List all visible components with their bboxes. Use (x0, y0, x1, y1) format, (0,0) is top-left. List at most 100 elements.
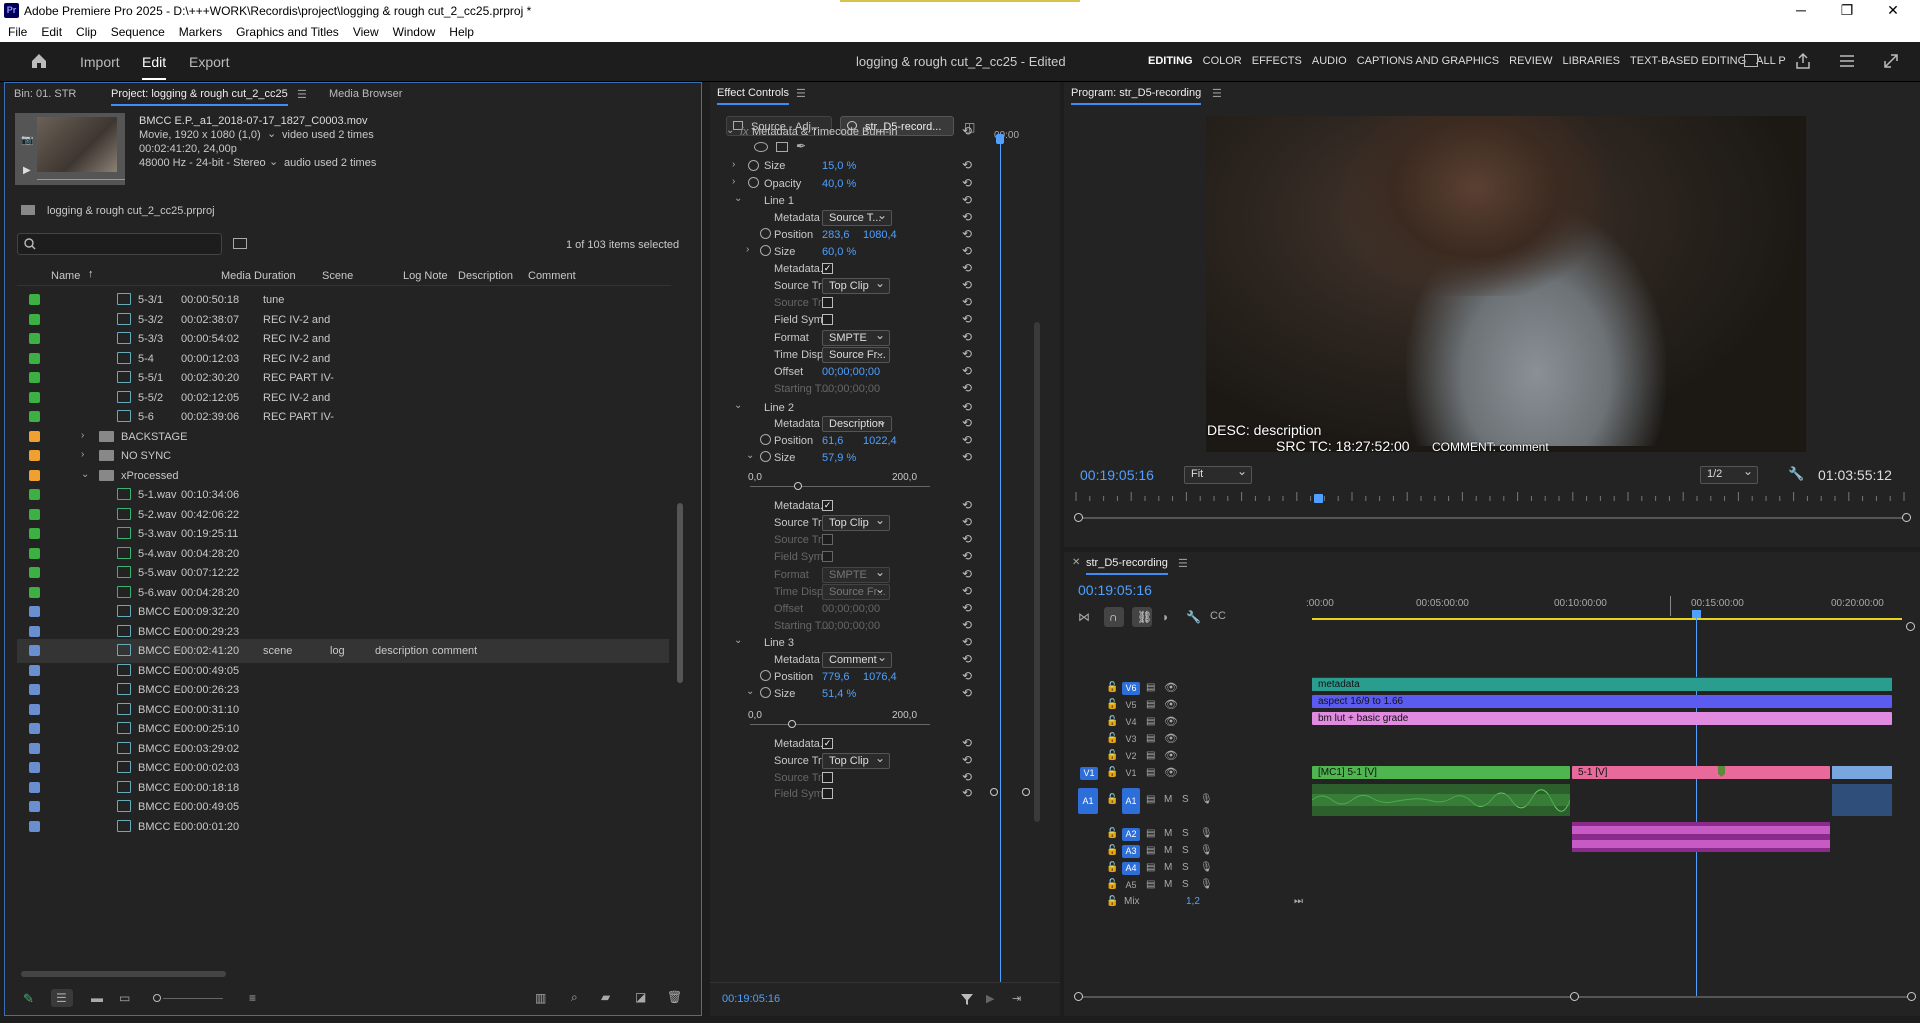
sync-lock-icon[interactable]: ▤ (1146, 828, 1155, 839)
reset-icon[interactable]: ⟲ (962, 635, 972, 649)
line3-pos-x[interactable]: 779,6 (822, 671, 850, 683)
eye-icon[interactable]: 👁 (1164, 766, 1178, 779)
line2-pos-y[interactable]: 1022,4 (863, 435, 897, 447)
reset-icon[interactable]: ⟲ (962, 278, 972, 292)
source-patch-a1[interactable]: A1 (1078, 788, 1098, 814)
export-tab[interactable]: Export (189, 54, 229, 70)
sync-lock-icon[interactable]: ▤ (1146, 682, 1155, 693)
tab-project[interactable]: Project: logging & rough cut_2_cc25 (111, 88, 288, 106)
maximize-icon[interactable] (1882, 52, 1900, 70)
line2-metadata-dropdown[interactable]: Description (822, 414, 892, 432)
chevron-down-icon[interactable]: ⌄ (726, 125, 734, 136)
label-color-swatch[interactable] (29, 489, 40, 500)
workspace-libraries[interactable]: LIBRARIES (1563, 55, 1620, 67)
line3-pos-y[interactable]: 1076,4 (863, 671, 897, 683)
chevron-down-icon[interactable]: ⌄ (734, 400, 742, 411)
label-color-swatch[interactable] (29, 742, 40, 754)
stopwatch-icon[interactable] (760, 451, 771, 462)
reset-icon[interactable]: ⟲ (962, 618, 972, 632)
sync-lock-icon[interactable]: ▤ (1146, 794, 1155, 805)
reset-icon[interactable]: ⟲ (962, 532, 972, 546)
zoom-slider[interactable] (163, 998, 223, 999)
folder-expand-icon[interactable]: › (81, 449, 84, 460)
menu-file[interactable]: File (8, 25, 27, 39)
menu-sequence[interactable]: Sequence (111, 25, 165, 39)
label-color-swatch[interactable] (29, 723, 40, 734)
label-color-swatch[interactable] (29, 781, 40, 793)
label-color-swatch[interactable] (29, 430, 40, 442)
microphone-icon[interactable]: 🎙 (1200, 862, 1213, 873)
size-value[interactable]: 15,0 % (822, 160, 856, 172)
track-label-a4[interactable]: A4 (1122, 862, 1140, 875)
track-label-a5[interactable]: A5 (1122, 879, 1140, 892)
label-color-swatch[interactable] (29, 294, 40, 305)
new-search-bin-icon[interactable] (233, 238, 247, 249)
search-field[interactable] (17, 233, 222, 255)
label-color-swatch[interactable] (29, 313, 40, 325)
col-comment[interactable]: Comment (528, 270, 576, 282)
filter-icon[interactable] (960, 992, 974, 1006)
workspace-review[interactable]: REVIEW (1509, 55, 1552, 67)
track-label-v1[interactable]: V1 (1122, 767, 1140, 780)
label-color-swatch[interactable] (29, 528, 40, 539)
label-color-swatch[interactable] (29, 469, 40, 481)
line2-size-slider[interactable] (750, 486, 930, 487)
import-tab[interactable]: Import (80, 54, 120, 70)
reset-icon[interactable]: ⟲ (962, 364, 972, 378)
zoom-handle-right[interactable] (1902, 513, 1911, 522)
folder-expand-icon[interactable]: ⌄ (81, 469, 89, 480)
line2-pos-x[interactable]: 61,6 (822, 435, 843, 447)
line3-size-value[interactable]: 51,4 % (822, 688, 856, 700)
menu-graphics[interactable]: Graphics and Titles (236, 25, 339, 39)
workspace-editing[interactable]: EDITING (1148, 55, 1193, 67)
reset-icon[interactable]: ⟲ (962, 753, 972, 767)
thumbnail-scrub[interactable] (37, 179, 125, 180)
zoom-slider-handle[interactable] (153, 994, 161, 1002)
chevron-down-icon[interactable]: ⌄ (734, 193, 742, 204)
line1-pos-x[interactable]: 283,6 (822, 229, 850, 241)
ellipse-mask-icon[interactable] (754, 142, 768, 152)
chevron-right-icon[interactable]: › (732, 176, 735, 187)
solo-button[interactable]: S (1182, 828, 1189, 839)
folder-expand-icon[interactable]: › (81, 430, 84, 441)
menu-markers[interactable]: Markers (179, 25, 222, 39)
settings-sliders-icon[interactable] (1838, 52, 1856, 70)
microphone-icon[interactable]: 🎙 (1200, 845, 1213, 856)
label-color-swatch[interactable] (29, 567, 40, 578)
lock-icon[interactable]: 🔓 (1106, 794, 1118, 805)
chevron-down-icon[interactable]: ⌄ (746, 450, 754, 461)
lock-icon[interactable]: 🔓 (1106, 845, 1118, 856)
stopwatch-icon[interactable] (748, 160, 759, 171)
label-color-swatch[interactable] (29, 391, 40, 403)
label-color-swatch[interactable] (29, 801, 40, 812)
line3-field-symbol-checkbox[interactable] (822, 788, 833, 799)
lock-icon[interactable]: 🔓 (1106, 767, 1118, 778)
line2-time-display-dropdown[interactable]: Source Fr... (822, 582, 890, 600)
label-color-swatch[interactable] (29, 547, 40, 559)
clip-lut-label[interactable]: bm lut + basic grade (1312, 712, 1892, 725)
microphone-icon[interactable]: 🎙 (1200, 828, 1213, 839)
mute-button[interactable]: M (1164, 828, 1172, 839)
workspace-captions[interactable]: CAPTIONS AND GRAPHICS (1357, 55, 1499, 67)
reset-icon[interactable]: ⟲ (962, 549, 972, 563)
fit-dropdown[interactable]: Fit (1184, 464, 1252, 484)
reset-icon[interactable]: ⟲ (962, 381, 972, 395)
workspace-text-based[interactable]: TEXT-BASED EDITING (1630, 55, 1746, 67)
solo-button[interactable]: S (1182, 794, 1189, 805)
line1-time-display-dropdown[interactable]: Source Fr... (822, 345, 890, 363)
col-log-note[interactable]: Log Note (403, 270, 448, 282)
reset-icon[interactable]: ⟲ (962, 450, 972, 464)
minimize-button[interactable]: ─ (1778, 2, 1824, 18)
microphone-icon[interactable]: 🎙 (1200, 794, 1213, 805)
mix-value[interactable]: 1,2 (1186, 896, 1200, 907)
find-icon[interactable]: ⌕ (571, 990, 578, 1005)
program-timecode[interactable]: 00:19:05:16 (1080, 467, 1154, 483)
line2-metadata-checkbox[interactable]: ✓ (822, 500, 833, 511)
line3-source-track-dropdown[interactable]: Top Clip (822, 751, 890, 769)
lock-icon[interactable]: 🔓 (1106, 879, 1118, 890)
reset-icon[interactable]: ⟲ (962, 261, 972, 275)
reset-icon[interactable]: ⟲ (962, 652, 972, 666)
automate-sequence-icon[interactable]: ▥ (535, 991, 546, 1005)
freeform-view-icon[interactable]: ▭ (119, 991, 130, 1005)
lock-icon[interactable]: 🔓 (1106, 828, 1118, 839)
